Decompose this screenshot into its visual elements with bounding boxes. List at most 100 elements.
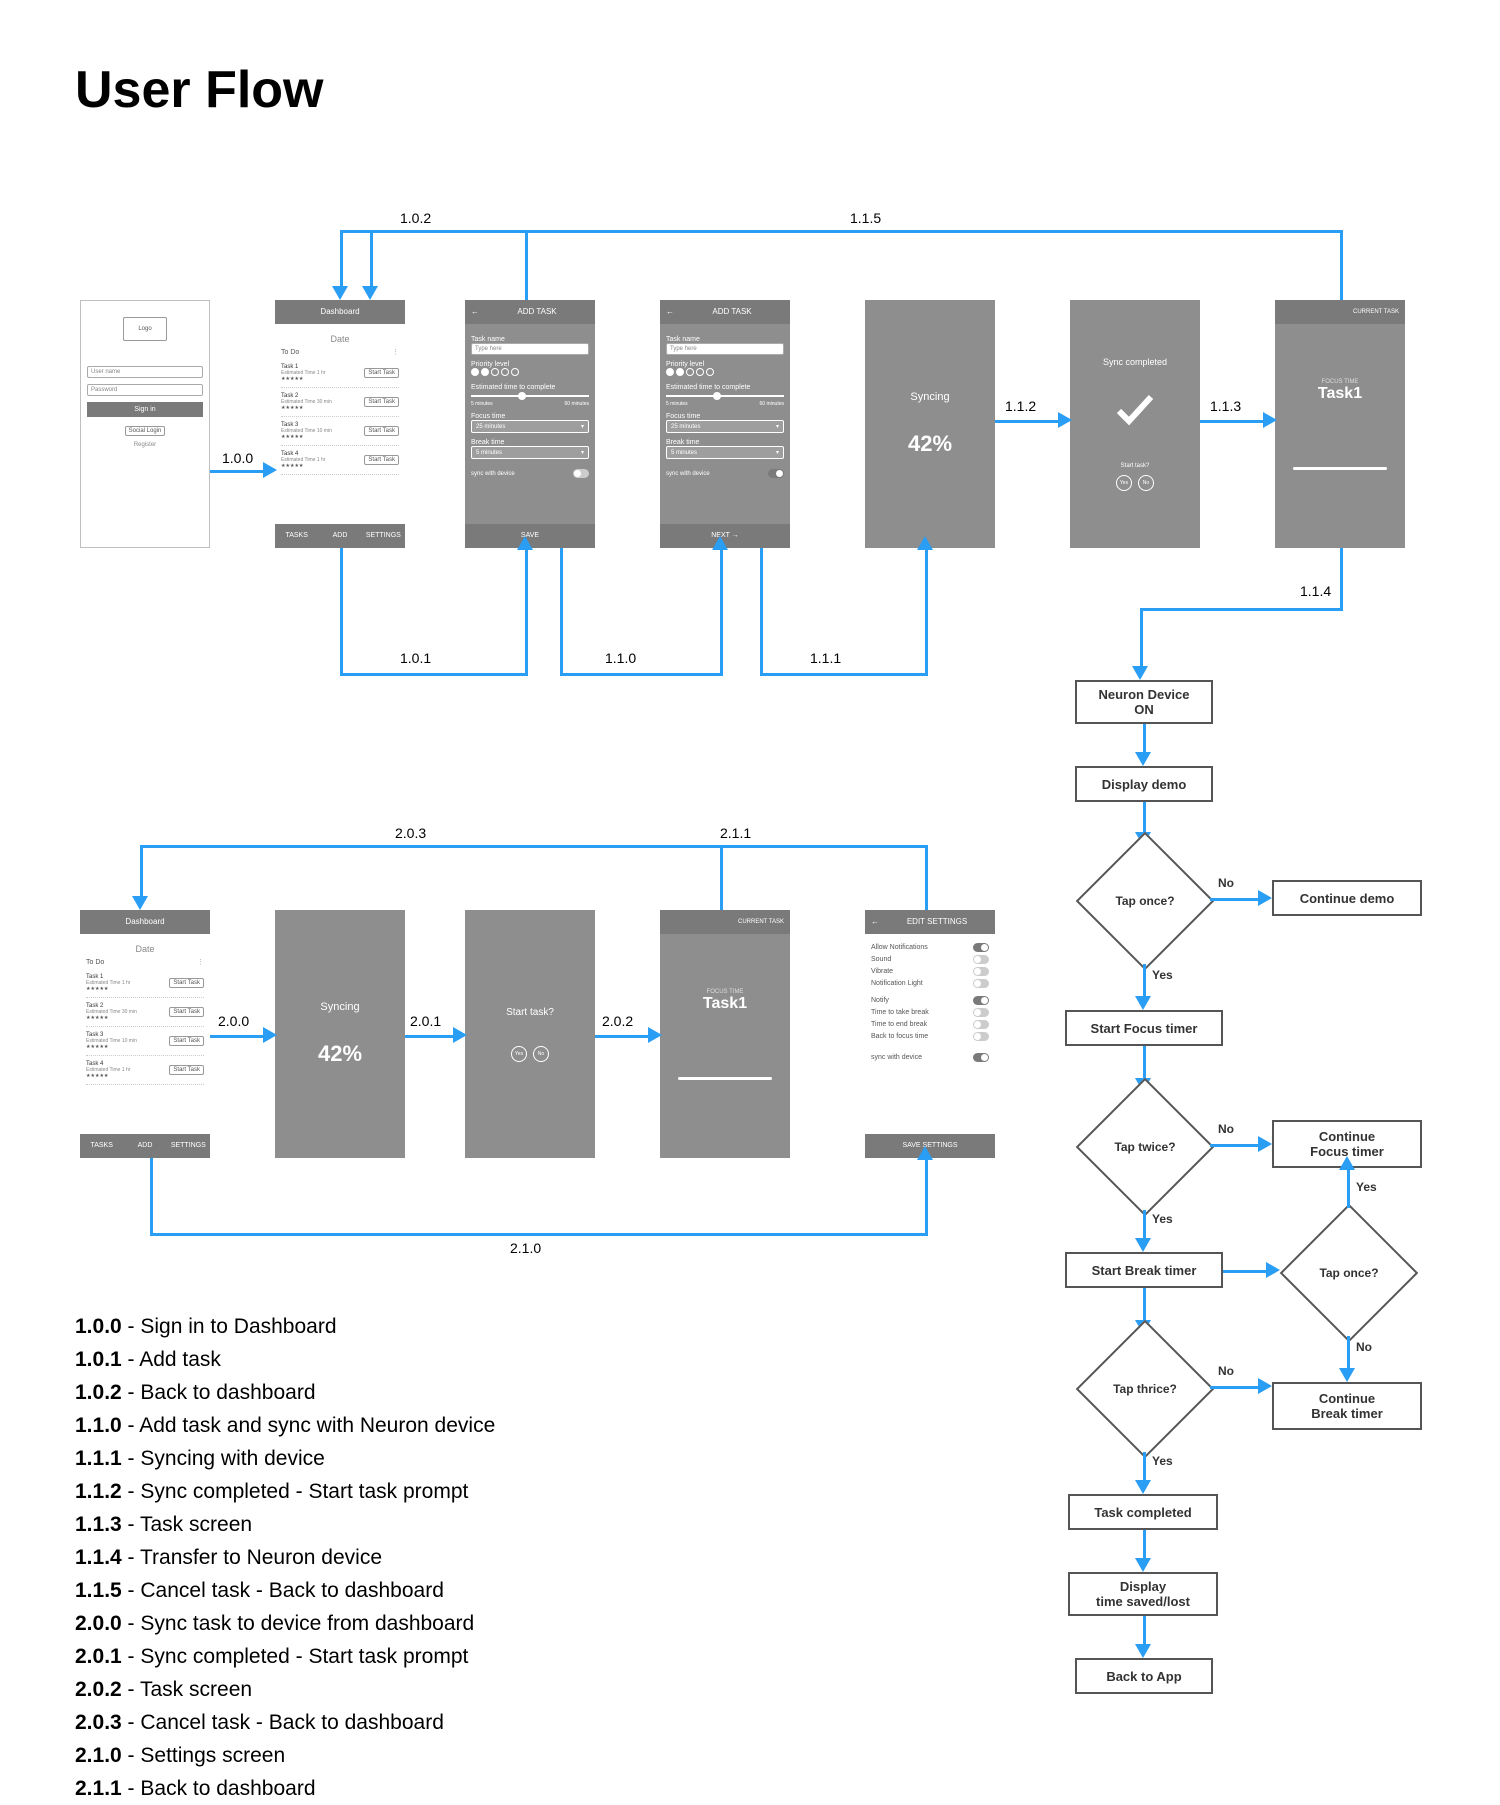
start-task-button[interactable]: Start Task	[364, 368, 399, 378]
syncing-pct: 42%	[318, 1041, 362, 1067]
flow-tap-thrice: Tap thrice?	[1076, 1320, 1215, 1459]
focus-label: Focus time	[471, 413, 589, 420]
start-task-button[interactable]: Start Task	[169, 1007, 204, 1017]
flow-no: No	[1218, 1122, 1234, 1136]
current-task-name: Task1	[1318, 385, 1362, 403]
arrow-label: 2.0.3	[395, 825, 426, 841]
start-task-button[interactable]: Start Task	[169, 1036, 204, 1046]
flow-no: No	[1356, 1340, 1372, 1354]
est-min: 5 minutes	[666, 401, 688, 407]
focus-label: Focus time	[666, 413, 784, 420]
current-header: CURRENT TASK	[660, 910, 790, 934]
social-login-button[interactable]: Social Login	[125, 426, 166, 436]
flow-neuron-on: Neuron Device ON	[1075, 680, 1213, 724]
logo: Logo	[123, 317, 166, 341]
break-select[interactable]: 5 minutes▾	[666, 446, 784, 459]
start-task-button[interactable]: Start Task	[364, 397, 399, 407]
arrow-label: 1.1.2	[1005, 398, 1036, 414]
notify-toggle[interactable]	[973, 996, 989, 1005]
dashboard-title: Dashboard	[275, 300, 405, 324]
sync-toggle[interactable]	[768, 469, 784, 478]
no-button[interactable]: No	[533, 1046, 549, 1062]
start-task-button[interactable]: Start Task	[364, 455, 399, 465]
start-task-button[interactable]: Start Task	[169, 1065, 204, 1075]
flow-tap-twice: Tap twice?	[1076, 1078, 1215, 1217]
focus-select[interactable]: 25 minutes▾	[471, 420, 589, 433]
back-icon[interactable]: ←	[471, 300, 479, 324]
legend-row: 1.1.2 - Sync completed - Start task prom…	[75, 1475, 775, 1508]
sync-label: sync with device	[471, 471, 515, 477]
take-break-label: Time to take break	[871, 1009, 929, 1016]
end-break-toggle[interactable]	[973, 1020, 989, 1029]
legend-row: 2.1.0 - Settings screen	[75, 1739, 775, 1772]
take-break-toggle[interactable]	[973, 1008, 989, 1017]
light-toggle[interactable]	[973, 979, 989, 988]
arrow-label: 1.0.1	[400, 650, 431, 666]
allow-toggle[interactable]	[973, 943, 989, 952]
priority-label: Priority level	[666, 361, 784, 368]
dashboard-title: Dashboard	[80, 910, 210, 934]
nav-settings[interactable]: SETTINGS	[362, 524, 405, 548]
task-name-label: Task name	[666, 336, 784, 343]
task-name-input[interactable]: Type here	[471, 343, 589, 355]
flow-tap-once: Tap once?	[1076, 832, 1215, 971]
arrow-label: 2.0.0	[218, 1013, 249, 1029]
flow-yes: Yes	[1356, 1180, 1377, 1194]
back-icon[interactable]: ←	[871, 910, 879, 934]
task-row: Task 2Estimated Time 30 min★★★★★Start Ta…	[281, 388, 399, 417]
nav-tasks[interactable]: TASKS	[80, 1134, 123, 1158]
sync-done-title: Sync completed	[1103, 357, 1167, 367]
back-icon[interactable]: ←	[666, 300, 674, 324]
progress-bar	[1293, 467, 1387, 470]
vibrate-toggle[interactable]	[973, 967, 989, 976]
flow-no: No	[1218, 1364, 1234, 1378]
estimate-slider[interactable]	[471, 395, 589, 397]
sound-toggle[interactable]	[973, 955, 989, 964]
nav-add[interactable]: ADD	[123, 1134, 166, 1158]
flow-yes: Yes	[1152, 1454, 1173, 1468]
screen-edit-settings: ←EDIT SETTINGS Allow Notifications Sound…	[865, 910, 995, 1158]
vibrate-label: Vibrate	[871, 968, 893, 975]
register-link[interactable]: Register	[87, 442, 203, 448]
sync-toggle[interactable]	[573, 469, 589, 478]
start-task-button[interactable]: Start Task	[169, 978, 204, 988]
sound-label: Sound	[871, 956, 891, 963]
estimate-slider[interactable]	[666, 395, 784, 397]
nav-settings[interactable]: SETTINGS	[167, 1134, 210, 1158]
legend-row: 2.0.3 - Cancel task - Back to dashboard	[75, 1706, 775, 1739]
priority-dots[interactable]	[666, 368, 784, 378]
notify-label: Notify	[871, 997, 889, 1004]
arrow-label: 1.0.2	[400, 210, 431, 226]
task-row: Task 1Estimated Time 1 hr★★★★★Start Task	[86, 969, 204, 998]
add-task-title: ADD TASK	[517, 307, 556, 316]
sync-device-toggle[interactable]	[973, 1053, 989, 1062]
yes-button[interactable]: Yes	[511, 1046, 527, 1062]
estimate-label: Estimated time to complete	[666, 384, 784, 391]
estimate-label: Estimated time to complete	[471, 384, 589, 391]
task-name-input[interactable]: Type here	[666, 343, 784, 355]
nav-tasks[interactable]: TASKS	[275, 524, 318, 548]
nav-add[interactable]: ADD	[318, 524, 361, 548]
yes-button[interactable]: Yes	[1116, 475, 1132, 491]
username-input[interactable]: User name	[87, 366, 203, 378]
priority-dots[interactable]	[471, 368, 589, 378]
dashboard-date: Date	[86, 944, 204, 954]
page-title: User Flow	[75, 60, 324, 120]
back-focus-label: Back to focus time	[871, 1033, 928, 1040]
break-select[interactable]: 5 minutes▾	[471, 446, 589, 459]
screen-add-task-next: ←ADD TASK Task name Type here Priority l…	[660, 300, 790, 548]
flow-start-break: Start Break timer	[1065, 1252, 1223, 1288]
back-focus-toggle[interactable]	[973, 1032, 989, 1041]
est-max: 60 minutes	[565, 401, 589, 407]
task-row: Task 2Estimated Time 30 min★★★★★Start Ta…	[86, 998, 204, 1027]
focus-select[interactable]: 25 minutes▾	[666, 420, 784, 433]
current-task-name: Task1	[703, 995, 747, 1013]
screen-syncing-2: Syncing 42%	[275, 910, 405, 1158]
section-todo: To Do	[86, 959, 104, 966]
password-input[interactable]: Password	[87, 384, 203, 396]
start-task-button[interactable]: Start Task	[364, 426, 399, 436]
flow-display-time: Display time saved/lost	[1068, 1572, 1218, 1616]
no-button[interactable]: No	[1138, 475, 1154, 491]
flow-yes: Yes	[1152, 968, 1173, 982]
signin-button[interactable]: Sign in	[87, 402, 203, 417]
